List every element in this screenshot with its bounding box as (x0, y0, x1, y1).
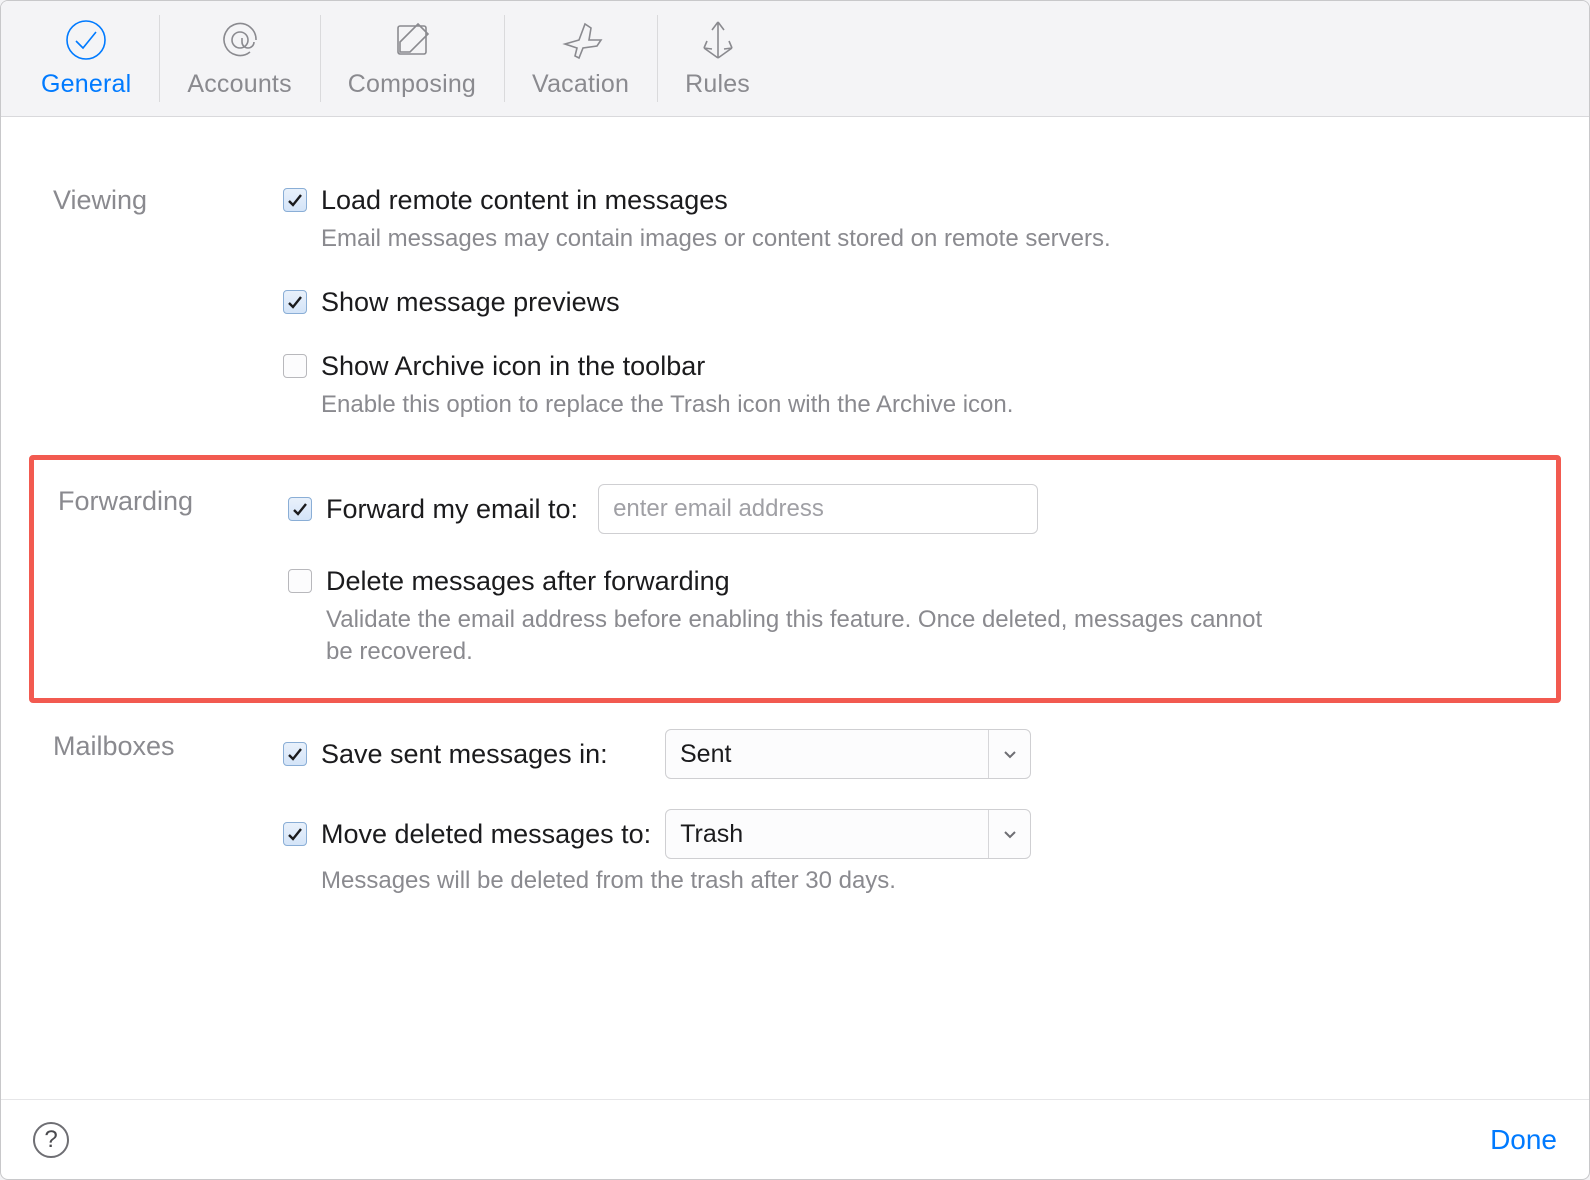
done-button[interactable]: Done (1490, 1124, 1557, 1156)
checkbox-move-deleted[interactable] (283, 822, 307, 846)
row-previews: Show message previews (283, 285, 1537, 319)
tab-composing-label: Composing (348, 70, 476, 99)
label-move-deleted: Move deleted messages to: (321, 817, 651, 851)
label-delete-after: Delete messages after forwarding (326, 564, 730, 598)
tab-general[interactable]: General (13, 1, 159, 116)
section-forwarding: Forwarding Forward my email to: Delete m… (58, 484, 1532, 668)
forwarding-highlight: Forwarding Forward my email to: Delete m… (29, 455, 1561, 703)
checkbox-previews[interactable] (283, 290, 307, 314)
tab-rules-label: Rules (685, 70, 750, 99)
tab-rules[interactable]: Rules (657, 1, 778, 116)
forward-email-input[interactable] (598, 484, 1038, 534)
rules-arrows-icon (696, 18, 740, 62)
row-delete-after: Delete messages after forwarding Validat… (288, 564, 1532, 668)
select-save-sent-value: Sent (666, 730, 988, 778)
preferences-body: Viewing Load remote content in messages … (1, 117, 1589, 1099)
tab-vacation-label: Vacation (532, 70, 629, 99)
help-button[interactable]: ? (33, 1122, 69, 1158)
row-load-remote: Load remote content in messages Email me… (283, 183, 1537, 255)
desc-load-remote: Email messages may contain images or con… (321, 223, 1281, 255)
section-viewing: Viewing Load remote content in messages … (53, 157, 1537, 455)
checkbox-archive-icon[interactable] (283, 354, 307, 378)
preferences-window: General Accounts Composing Vacation Rule… (0, 0, 1590, 1180)
chevron-down-icon (988, 810, 1030, 858)
row-move-deleted: Move deleted messages to: Trash Messages… (283, 809, 1537, 897)
checkmark-circle-icon (64, 18, 108, 62)
desc-retention: Messages will be deleted from the trash … (321, 865, 1281, 897)
desc-archive-icon: Enable this option to replace the Trash … (321, 389, 1281, 421)
tab-accounts[interactable]: Accounts (159, 1, 319, 116)
select-move-deleted-value: Trash (666, 810, 988, 858)
section-mailboxes: Mailboxes Save sent messages in: Sent (53, 703, 1537, 931)
at-sign-icon (218, 18, 262, 62)
section-mailboxes-title: Mailboxes (53, 729, 263, 897)
select-save-sent[interactable]: Sent (665, 729, 1031, 779)
label-previews: Show message previews (321, 285, 620, 319)
question-mark-icon: ? (44, 1126, 57, 1154)
checkbox-load-remote[interactable] (283, 188, 307, 212)
label-save-sent: Save sent messages in: (321, 737, 651, 771)
label-forward-to: Forward my email to: (326, 492, 578, 526)
label-load-remote: Load remote content in messages (321, 183, 728, 217)
row-save-sent: Save sent messages in: Sent (283, 729, 1537, 779)
checkbox-delete-after[interactable] (288, 569, 312, 593)
checkbox-forward-to[interactable] (288, 497, 312, 521)
tab-composing[interactable]: Composing (320, 1, 504, 116)
compose-icon (390, 18, 434, 62)
checkbox-save-sent[interactable] (283, 742, 307, 766)
label-archive-icon: Show Archive icon in the toolbar (321, 349, 705, 383)
tab-general-label: General (41, 70, 131, 99)
tab-vacation[interactable]: Vacation (504, 1, 657, 116)
section-forwarding-title: Forwarding (58, 484, 268, 668)
preferences-toolbar: General Accounts Composing Vacation Rule… (1, 1, 1589, 117)
section-viewing-title: Viewing (53, 183, 263, 421)
desc-delete-after: Validate the email address before enabli… (326, 604, 1286, 668)
row-forward-to: Forward my email to: (288, 484, 1532, 534)
tab-accounts-label: Accounts (187, 70, 291, 99)
row-archive-icon: Show Archive icon in the toolbar Enable … (283, 349, 1537, 421)
preferences-footer: ? Done (1, 1099, 1589, 1179)
airplane-icon (559, 18, 603, 62)
select-move-deleted[interactable]: Trash (665, 809, 1031, 859)
chevron-down-icon (988, 730, 1030, 778)
